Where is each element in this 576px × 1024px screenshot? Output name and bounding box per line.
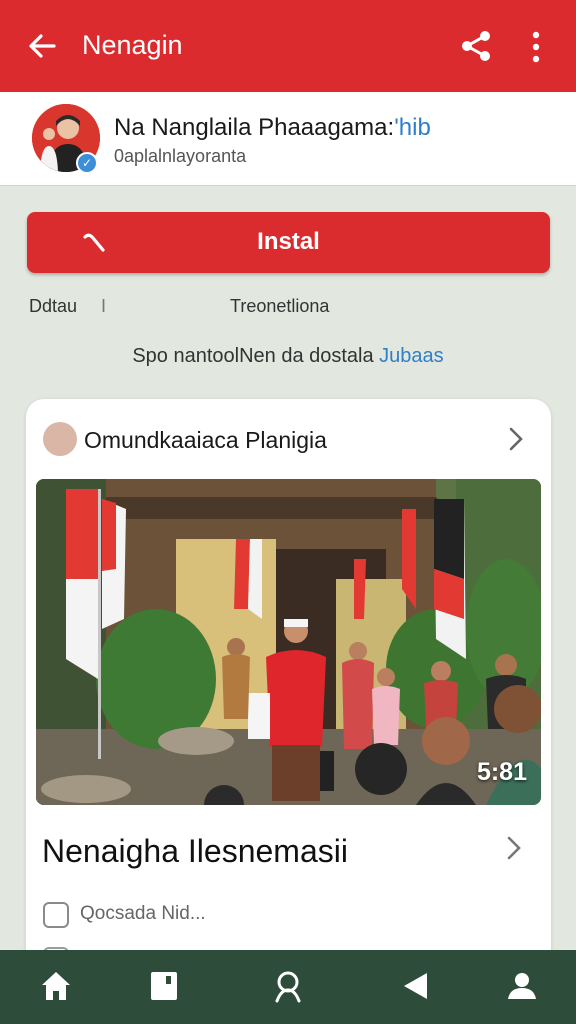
chevron-right-icon[interactable] [508,427,524,451]
more-vertical-icon[interactable] [524,30,548,64]
post-photo[interactable]: 5:81 [36,479,541,805]
photo-count: 5:81 [476,758,527,786]
profile-header[interactable]: ✓ Na Nanglaila Phaaagama:'hib 0aplalnlay… [0,92,576,186]
chevron-right-icon[interactable] [506,836,522,860]
back-triangle-icon[interactable] [396,968,432,1004]
home-icon[interactable] [38,968,74,1004]
source-avatar [43,422,77,456]
info-link[interactable]: Jubaas [379,345,444,367]
profile-subtitle: 0aplalnlayoranta [114,146,247,166]
app-bar: Nenagin [0,0,576,92]
meta-middle: Treonetliona [230,296,330,316]
meta-left: Ddtau [29,296,78,316]
bookmark-icon[interactable] [146,968,182,1004]
install-button[interactable]: Instal [27,212,550,273]
account-icon[interactable] [504,968,540,1004]
profile-name-text: Na Nanglaila Phaaagama: [114,114,395,141]
post-card[interactable]: Omundkaaiaca Planigia 5:81 Nenaigha Iles… [26,399,551,979]
card-header-title[interactable]: Omundkaaiaca Planigia [84,427,327,454]
verified-check-icon: ✓ [76,152,98,174]
bottom-navigation [0,950,576,1024]
meta-row: Ddtau I Treonetliona [0,294,576,318]
photo-scene [36,479,541,805]
source-icon [43,902,69,928]
share-icon[interactable] [458,28,494,64]
profile-name-link[interactable]: 'hib [394,114,431,141]
footer-source-text[interactable]: Qocsada Nid... [80,903,206,925]
app-title: Nenagin [82,30,183,60]
article-title[interactable]: Nenaigha Ilesnemasii [42,833,348,870]
profile-name: Na Nanglaila Phaaagama:'hib [114,114,431,142]
info-text: Spo nantoolNen da dostala [132,345,380,367]
meta-separator: I [101,296,107,316]
info-line: Spo nantoolNen da dostala Jubaas [0,345,576,368]
arrow-left-icon[interactable] [26,30,58,62]
profile-search-icon[interactable] [270,968,306,1004]
install-label: Instal [257,228,320,255]
